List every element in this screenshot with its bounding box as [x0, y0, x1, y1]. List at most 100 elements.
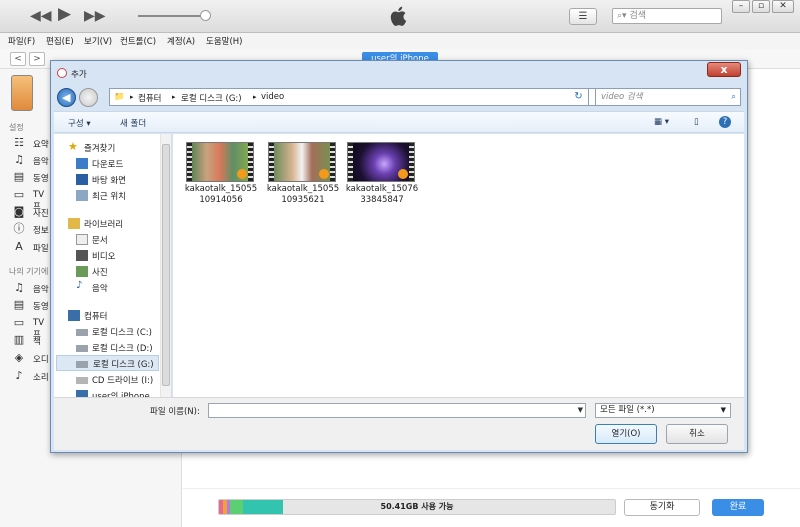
filename-input[interactable]: ▼ [208, 403, 586, 418]
drive-icon [76, 329, 88, 336]
menu-file[interactable]: 파일(F) [8, 35, 35, 47]
sidebar-item-device-audiobooks[interactable]: ◈ 오디 [12, 351, 52, 366]
breadcrumb-computer[interactable]: 컴퓨터 [138, 92, 161, 104]
sidebar-item-tv[interactable]: ▭ TV 프 [12, 188, 52, 212]
nav-pane-scrollbar[interactable] [160, 134, 171, 397]
sidebar-item-device-movies[interactable]: ▤ 동영 [12, 298, 52, 313]
music-library-icon: ♪ [76, 280, 83, 291]
back-icon[interactable]: ◀ [57, 88, 76, 107]
rewind-icon[interactable]: ◀◀ [30, 8, 52, 24]
file-type-select[interactable]: 모든 파일 (*.*) ▼ [595, 403, 731, 418]
itunes-search-input[interactable]: ⌕▾ 검색 [612, 8, 722, 24]
menu-edit[interactable]: 편집(E) [46, 35, 74, 47]
help-icon[interactable]: ? [719, 116, 731, 128]
nav-item-label: 로컬 디스크 (G:) [93, 360, 154, 370]
sidebar-item-label: 정보 [33, 226, 49, 236]
scrollbar-thumb[interactable] [162, 144, 170, 386]
view-options-icon[interactable]: ▦ ▾ [654, 117, 669, 127]
volume-knob[interactable] [200, 10, 211, 21]
forward-icon[interactable] [79, 88, 98, 107]
menu-account[interactable]: 계정(A) [167, 35, 195, 47]
new-folder-button[interactable]: 새 폴더 [120, 117, 146, 129]
breadcrumb-video[interactable]: video [261, 92, 284, 102]
file-name-line1: kakaotalk_15055 [266, 184, 340, 194]
restore-icon[interactable]: ▫ [752, 0, 770, 13]
file-name-line1: kakaotalk_15076 [345, 184, 419, 194]
dialog-search-placeholder: video 검색 [601, 92, 643, 102]
refresh-icon[interactable]: ↻ [569, 88, 589, 106]
dialog-close-button[interactable]: x [707, 62, 741, 77]
file-name: kakaotalk_15076 33845847 [342, 184, 422, 206]
sidebar-item-label: 사진 [33, 209, 49, 219]
list-view-button[interactable]: ☰ [569, 8, 597, 25]
nav-item-drive-g[interactable]: 로컬 디스크 (G:) [56, 355, 159, 371]
sidebar-item-movies[interactable]: ▤ 동영 [12, 170, 52, 185]
play-icon[interactable]: ▶ [58, 6, 71, 23]
sidebar-item-device-books[interactable]: ▥ 책 [12, 333, 52, 348]
chevron-right-icon: ▸ [130, 93, 134, 101]
sidebar-item-label: 소리 [33, 373, 49, 383]
menu-help[interactable]: 도움말(H) [206, 35, 242, 47]
address-bar[interactable]: 📁 ▸ 컴퓨터 ▸ 로컬 디스크 (G:) ▸ video ▼ [109, 88, 619, 106]
movie-icon: ▤ [13, 298, 25, 311]
sidebar-item-label: 음악 [33, 285, 49, 295]
sidebar-item-photos[interactable]: ◙ 사진 [12, 205, 52, 220]
open-button[interactable]: 열기(O) [595, 424, 657, 444]
storage-bar: 50.41GB 사용 가능 [218, 499, 616, 515]
filename-label: 파일 이름(N): [150, 407, 200, 417]
file-list: kakaotalk_15055 10914056 kakaotalk_15055… [173, 134, 744, 397]
sidebar-item-label: 동영 [33, 302, 49, 312]
play-badge-icon [319, 169, 329, 179]
preview-pane-icon[interactable]: ▯ [694, 117, 699, 127]
chevron-down-icon[interactable]: ▼ [578, 406, 583, 414]
movie-icon: ▤ [13, 170, 25, 183]
sidebar-item-device-tv[interactable]: ▭ TV 프 [12, 316, 52, 340]
sidebar-item-device-music[interactable]: ♫ 음악 [12, 281, 52, 296]
sidebar-item-info[interactable]: ⓘ 정보 [12, 222, 52, 237]
video-thumbnail [347, 142, 415, 182]
file-name: kakaotalk_15055 10935621 [263, 184, 343, 206]
camera-icon: ◙ [13, 205, 25, 218]
apps-icon: A [15, 240, 23, 253]
back-arrow-icon[interactable]: < [10, 52, 26, 66]
pictures-icon [76, 266, 88, 277]
file-name-line2: 10914056 [199, 195, 243, 205]
storage-label: 50.41GB 사용 가능 [380, 502, 454, 511]
volume-slider[interactable] [138, 15, 208, 17]
apple-logo-icon [390, 6, 407, 26]
cancel-button[interactable]: 취소 [666, 424, 728, 444]
sidebar-item-file-sharing[interactable]: A 파일 [12, 240, 52, 255]
play-badge-icon [398, 169, 408, 179]
bell-icon: ♪ [15, 369, 23, 382]
menu-view[interactable]: 보기(V) [84, 35, 112, 47]
dialog-search-input[interactable]: video 검색 ⌕ [595, 88, 741, 106]
done-button[interactable]: 완료 [712, 499, 764, 516]
itunes-toolbar: ◀◀ ▶ ▶▶ ☰ ⌕▾ 검색 – ▫ ✕ [0, 0, 800, 33]
navigation-pane: ★ 즐겨찾기 다운로드 바탕 화면 최근 위치 라이브러리 문서 비디오 사진 … [54, 134, 172, 402]
film-strip-left [187, 143, 192, 181]
nav-item-computer[interactable]: 컴퓨터 [68, 308, 168, 324]
breadcrumb-drive[interactable]: 로컬 디스크 (G:) [181, 92, 242, 104]
file-name-line1: kakaotalk_15055 [184, 184, 258, 194]
sidebar-item-device-tones[interactable]: ♪ 소리 [12, 369, 52, 384]
tv-icon: ▭ [13, 188, 25, 201]
sync-button[interactable]: 동기화 [624, 499, 700, 516]
nav-item-label: 최근 위치 [92, 192, 126, 202]
minimize-icon[interactable]: – [732, 0, 750, 13]
chevron-right-icon: ▸ [172, 93, 176, 101]
fast-forward-icon[interactable]: ▶▶ [84, 8, 106, 24]
sidebar-item-summary[interactable]: ☷ 요약 [12, 136, 52, 151]
nav-item-label: 비디오 [92, 252, 116, 262]
nav-item-favorites[interactable]: ★ 즐겨찾기 [68, 140, 168, 156]
nav-item-libraries[interactable]: 라이브러리 [68, 216, 168, 232]
film-strip-right [409, 143, 414, 181]
forward-arrow-icon[interactable]: > [29, 52, 45, 66]
summary-icon: ☷ [14, 136, 24, 149]
organize-button[interactable]: 구성 ▾ [68, 117, 91, 129]
sidebar-item-music[interactable]: ♫ 음악 [12, 153, 52, 168]
search-icon: ⌕ [731, 92, 736, 102]
close-window-icon[interactable]: ✕ [772, 0, 794, 13]
menu-controls[interactable]: 컨트롤(C) [120, 35, 156, 47]
download-folder-icon [76, 158, 88, 169]
desktop-icon [76, 174, 88, 185]
